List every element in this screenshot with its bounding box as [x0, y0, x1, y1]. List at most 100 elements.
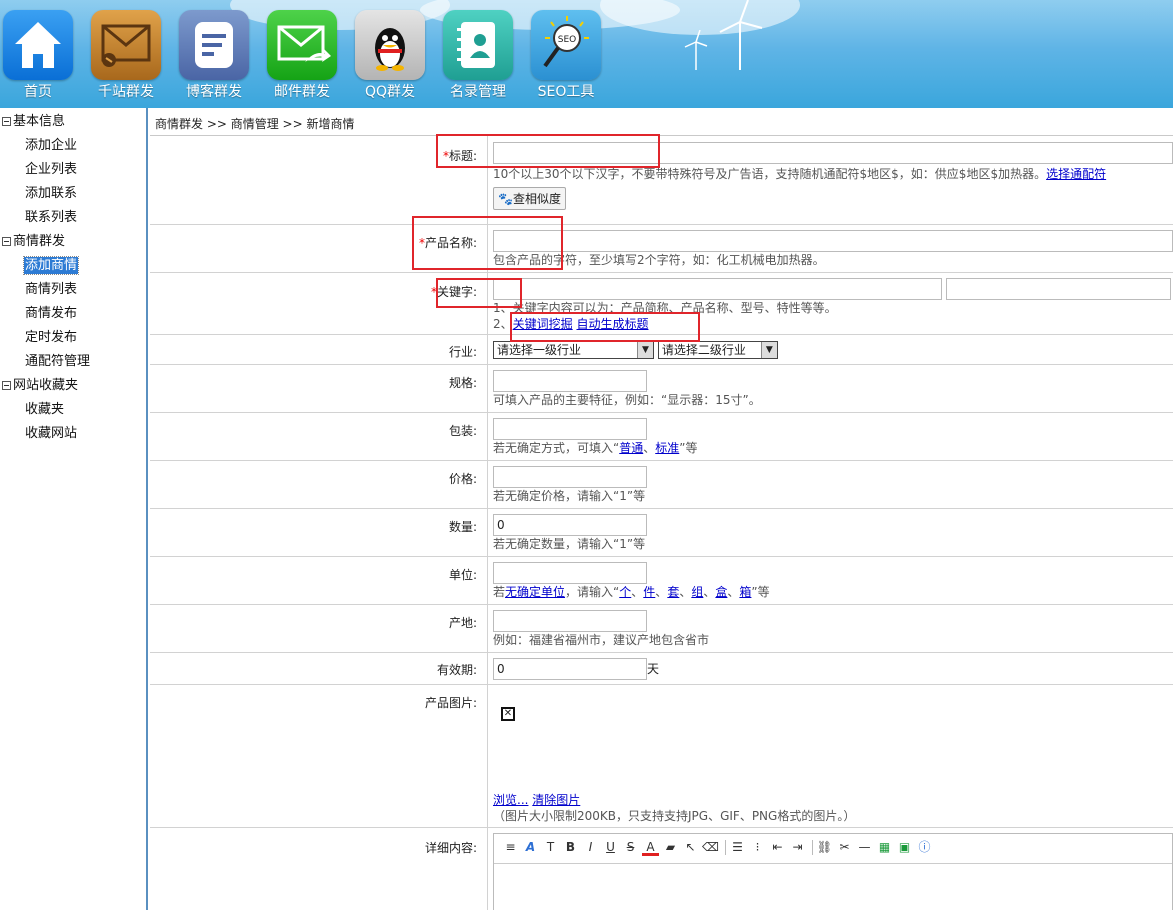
no-unit-link[interactable]: 无确定单位: [505, 585, 565, 599]
keyword-input-2[interactable]: [945, 277, 1171, 300]
font-icon[interactable]: A: [522, 839, 539, 856]
wind-turbine-icon: [684, 30, 708, 70]
keyword-hint: 1、关键字内容可以为：产品简称、产品名称、型号、特性等等。: [493, 300, 837, 315]
qty-hint: 若无确定数量，请输入“1”等: [493, 536, 646, 551]
info-icon[interactable]: ⓘ: [916, 839, 933, 856]
sidebar-item-add-contact[interactable]: 添加联系: [0, 182, 146, 206]
industry-level2-select[interactable]: 请选择二级行业 ▼: [657, 340, 778, 359]
quantity-input[interactable]: 0: [493, 513, 647, 536]
unlink-icon[interactable]: ✂: [836, 839, 853, 856]
link-icon[interactable]: ⛓: [816, 839, 833, 856]
form-row-price: 价格: 若无确定价格，请输入“1”等: [150, 460, 1173, 509]
table-icon[interactable]: ▦: [876, 839, 893, 856]
unit-link[interactable]: 箱: [739, 585, 751, 599]
sidebar-item-add-business[interactable]: 添加商情: [0, 254, 146, 278]
sidebar-item-label: 收藏夹: [25, 402, 65, 417]
sidebar-item-label: 商情列表: [25, 282, 78, 297]
svg-text:SEO: SEO: [558, 35, 576, 45]
broken-image-icon: ✕: [501, 706, 515, 721]
sidebar-group-basic[interactable]: 基本信息: [0, 110, 146, 134]
image-hint: （图片大小限制200KB，只支持支持JPG、GIF、PNG格式的图片。）: [493, 808, 856, 823]
nav-blog[interactable]: 博客群发: [178, 10, 250, 101]
form-row-spec: 规格: 可填入产品的主要特征，例如：“显示器：15寸”。: [150, 364, 1173, 413]
top-banner: 首页 千站群发 博客群发 邮件群发 QQ群发 名录管理 SEO SEO工具: [0, 0, 1173, 108]
sidebar-item-label: 企业列表: [25, 162, 78, 177]
unit-link[interactable]: 组: [691, 585, 703, 599]
form-row-unit: 单位: 若无确定单位，请输入“个、件、套、组、盒、箱”等: [150, 556, 1173, 605]
paw-icon: 🐾: [498, 192, 513, 206]
qq-penguin-icon: [355, 10, 425, 80]
form-row-title: *标题: 10个以上30个以下汉字，不要带特殊符号及广告语，支持随机通配符$地区…: [150, 136, 1173, 225]
align-icon[interactable]: ≡: [502, 839, 519, 856]
indent-icon[interactable]: ⇥: [789, 839, 806, 856]
auto-title-link[interactable]: 自动生成标题: [576, 317, 648, 331]
highlight-icon[interactable]: ▰: [662, 839, 679, 856]
industry-label: 行业:: [150, 334, 488, 365]
qty-label: 数量:: [150, 508, 488, 557]
outdent-icon[interactable]: ⇤: [769, 839, 786, 856]
select-wildcard-link[interactable]: 选择通配符: [1046, 167, 1106, 181]
pack-normal-link[interactable]: 普通: [619, 441, 643, 455]
nav-directory[interactable]: 名录管理: [442, 10, 514, 101]
eraser-icon[interactable]: ⌫: [702, 839, 719, 856]
sidebar-item-company-list[interactable]: 企业列表: [0, 158, 146, 182]
spec-input[interactable]: [493, 369, 647, 392]
pack-hint-prefix: 若无确定方式，可填入“: [493, 440, 620, 455]
unit-link[interactable]: 盒: [715, 585, 727, 599]
sidebar-item-add-company[interactable]: 添加企业: [0, 134, 146, 158]
origin-input[interactable]: [493, 609, 647, 632]
pack-standard-link[interactable]: 标准: [655, 441, 679, 455]
keyword-mining-link[interactable]: 关键词挖掘: [513, 317, 573, 331]
browse-link[interactable]: 浏览...: [493, 793, 528, 807]
product-name-input[interactable]: [493, 229, 1173, 252]
nav-label: 千站群发: [98, 84, 154, 100]
italic-icon[interactable]: I: [582, 839, 599, 856]
font-color-icon[interactable]: A: [642, 840, 659, 856]
nav-multi-site[interactable]: 千站群发: [90, 10, 162, 101]
rich-text-editor[interactable]: ≡ A T B I U S A ▰ ↖ ⌫ ☰ ⁝ ⇤ ⇥ ⛓ ✂ — ▦ ▣ ⓘ: [493, 832, 1173, 910]
sidebar-group-business[interactable]: 商情群发: [0, 230, 146, 254]
product-hint: 包含产品的字符，至少填写2个字符，如：化工机械电加热器。: [493, 252, 825, 267]
unit-link[interactable]: 个: [619, 585, 631, 599]
horizontal-rule-icon[interactable]: —: [856, 839, 873, 856]
chevron-down-icon: ▼: [637, 341, 653, 358]
title-hint: 10个以上30个以下汉字，不要带特殊符号及广告语，支持随机通配符$地区$，如：供…: [493, 167, 1047, 181]
sidebar-item-label: 收藏网站: [25, 426, 78, 441]
unit-input[interactable]: [493, 561, 647, 584]
cursor-icon[interactable]: ↖: [682, 839, 699, 856]
validity-input[interactable]: 0: [493, 657, 647, 680]
sidebar-item-favorites[interactable]: 收藏夹: [0, 398, 146, 422]
nav-mail[interactable]: 邮件群发: [266, 10, 338, 101]
ordered-list-icon[interactable]: ☰: [729, 839, 746, 856]
industry-level1-select[interactable]: 请选择一级行业 ▼: [493, 340, 654, 359]
product-label: 产品名称:: [424, 235, 477, 250]
sidebar-item-favorite-sites[interactable]: 收藏网站: [0, 422, 146, 446]
title-input[interactable]: [493, 142, 1173, 164]
keyword-input-1[interactable]: [493, 277, 942, 300]
sidebar-item-business-list[interactable]: 商情列表: [0, 278, 146, 302]
nav-home[interactable]: 首页: [2, 10, 74, 101]
sidebar-group-favorites[interactable]: 网站收藏夹: [0, 374, 146, 398]
check-similarity-button[interactable]: 🐾查相似度: [493, 187, 566, 210]
unit-link[interactable]: 套: [667, 585, 679, 599]
strikethrough-icon[interactable]: S: [622, 839, 639, 856]
unit-link[interactable]: 件: [643, 585, 655, 599]
sidebar-item-wildcard-manage[interactable]: 通配符管理: [0, 350, 146, 374]
font-size-icon[interactable]: T: [542, 839, 559, 856]
sidebar-item-business-publish[interactable]: 商情发布: [0, 302, 146, 326]
validity-unit: 天: [647, 661, 660, 676]
pack-input[interactable]: [493, 417, 647, 440]
nav-qq[interactable]: QQ群发: [354, 10, 426, 101]
image-insert-icon[interactable]: ▣: [896, 839, 913, 856]
bold-icon[interactable]: B: [562, 839, 579, 856]
clear-image-link[interactable]: 清除图片: [532, 793, 580, 807]
price-input[interactable]: [493, 465, 647, 488]
nav-seo[interactable]: SEO SEO工具: [530, 10, 602, 101]
sidebar-item-contact-list[interactable]: 联系列表: [0, 206, 146, 230]
bullet-list-icon[interactable]: ⁝: [749, 839, 766, 856]
underline-icon[interactable]: U: [602, 839, 619, 856]
pack-label: 包装:: [150, 412, 488, 461]
sidebar-item-scheduled-publish[interactable]: 定时发布: [0, 326, 146, 350]
form-row-qty: 数量: 0 若无确定数量，请输入“1”等: [150, 508, 1173, 557]
breadcrumb: 商情群发 >> 商情管理 >> 新增商情: [150, 108, 1173, 136]
